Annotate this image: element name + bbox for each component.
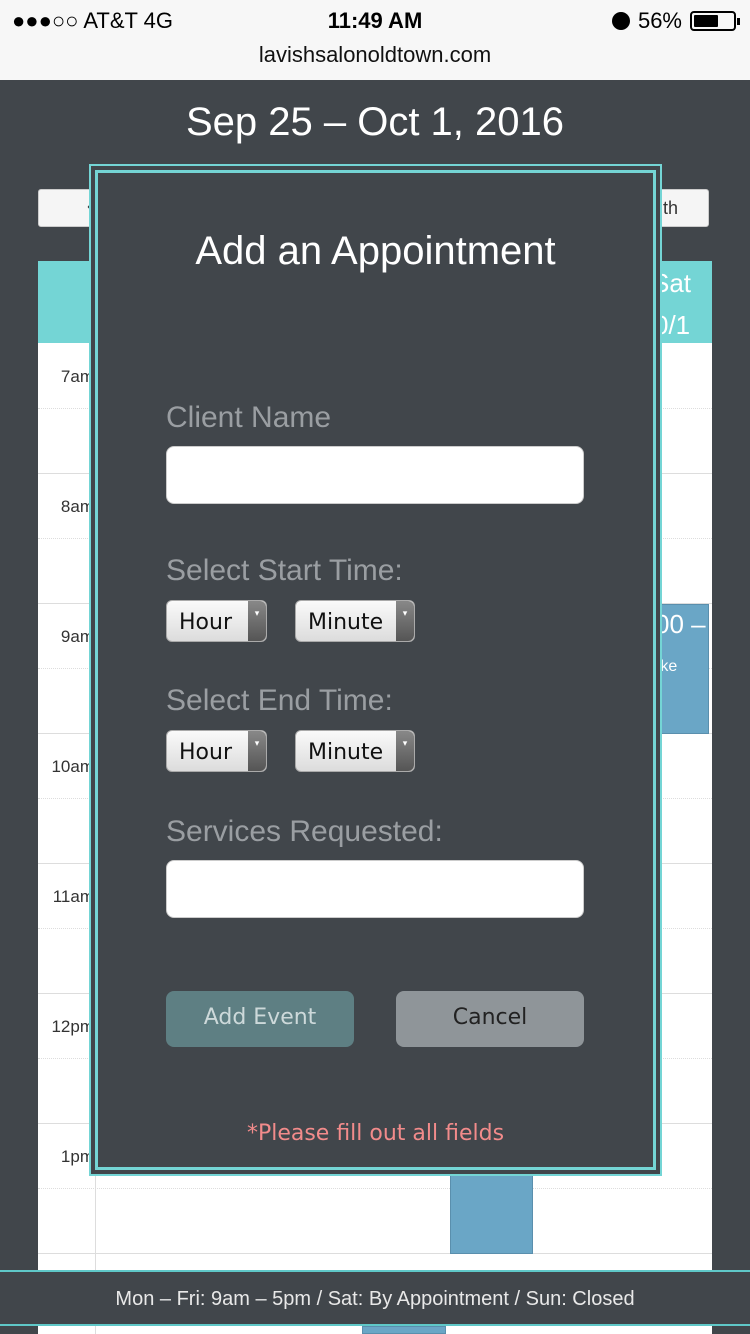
alarm-icon xyxy=(611,12,630,30)
calendar-event[interactable]: 00 – l rke xyxy=(654,604,709,734)
time-column xyxy=(38,343,96,1334)
grid-line xyxy=(38,1253,712,1254)
hour-label: 7am xyxy=(60,367,94,386)
start-hour-value: Hour xyxy=(179,610,232,635)
start-minute-value: Minute xyxy=(308,610,384,635)
chevron-down-icon: ▾ xyxy=(396,731,414,771)
client-name-input[interactable] xyxy=(166,446,584,504)
event-time: 00 – xyxy=(655,609,706,639)
hour-label: 10am xyxy=(51,757,94,776)
day-label-sat: Sat xyxy=(652,268,692,298)
add-appointment-modal: Add an Appointment Client Name Select St… xyxy=(95,170,656,1170)
services-input[interactable] xyxy=(166,860,584,918)
hour-label: 11am xyxy=(52,887,94,906)
end-time-label: Select End Time: xyxy=(166,684,393,717)
status-bar: ●●●○○ AT&T 4G 11:49 AM 56% lavishsalonol… xyxy=(0,0,750,80)
end-minute-select[interactable]: Minute ▾ xyxy=(295,730,415,772)
chevron-down-icon: ▾ xyxy=(248,601,266,641)
end-minute-value: Minute xyxy=(308,740,384,765)
day-date-sat: 0/1 xyxy=(654,310,691,340)
cancel-button[interactable]: Cancel xyxy=(396,991,584,1047)
start-time-label: Select Start Time: xyxy=(166,554,403,587)
battery-icon xyxy=(690,11,740,31)
chevron-down-icon: ▾ xyxy=(248,731,266,771)
event-line: rke xyxy=(655,658,678,675)
start-hour-select[interactable]: Hour ▾ xyxy=(166,600,267,642)
hour-label: 1pm xyxy=(60,1147,94,1166)
grid-line xyxy=(38,1188,712,1189)
end-hour-value: Hour xyxy=(179,740,232,765)
calendar-event[interactable] xyxy=(450,1168,533,1254)
modal-title: Add an Appointment xyxy=(195,229,556,273)
validation-warning: *Please fill out all fields xyxy=(246,1121,505,1146)
business-hours-footer: Mon – Fri: 9am – 5pm / Sat: By Appointme… xyxy=(0,1270,750,1326)
start-minute-select[interactable]: Minute ▾ xyxy=(295,600,415,642)
event-line: l xyxy=(655,640,659,657)
end-hour-select[interactable]: Hour ▾ xyxy=(166,730,267,772)
client-name-label: Client Name xyxy=(166,401,332,434)
services-label: Services Requested: xyxy=(166,815,443,848)
hour-label: 9am xyxy=(60,627,94,646)
chevron-down-icon: ▾ xyxy=(396,601,414,641)
battery-percent: 56% xyxy=(637,8,682,33)
url-bar[interactable]: lavishsalonoldtown.com xyxy=(0,42,750,68)
week-title: Sep 25 – Oct 1, 2016 xyxy=(185,100,565,144)
calendar-event[interactable] xyxy=(362,1326,446,1334)
hour-label: 12pm xyxy=(51,1017,94,1036)
status-right: 56% xyxy=(611,8,740,34)
add-event-button[interactable]: Add Event xyxy=(166,991,354,1047)
hour-label: 8am xyxy=(60,497,94,516)
